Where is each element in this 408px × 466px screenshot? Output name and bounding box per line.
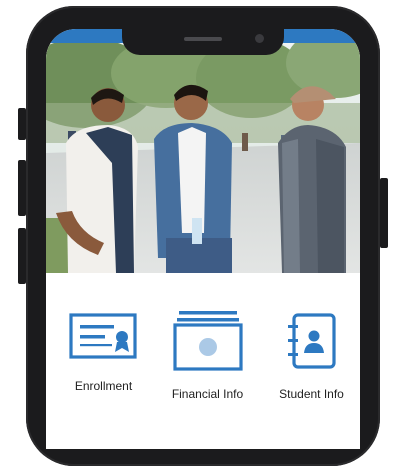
phone-notch [122, 29, 284, 55]
student-info-label: Student Info [279, 387, 344, 401]
phone-side-button [18, 108, 26, 140]
phone-volume-up [18, 160, 26, 216]
money-icon [172, 311, 243, 371]
speaker [184, 37, 222, 41]
enrollment-tile[interactable]: Enrollment [51, 311, 156, 393]
financial-info-label: Financial Info [171, 387, 244, 401]
student-info-tile[interactable]: Student Info [259, 311, 360, 401]
enrollment-label: Enrollment [74, 379, 133, 393]
financial-info-tile[interactable]: Financial Info [155, 311, 260, 401]
contact-book-icon [287, 313, 336, 369]
phone-power-button [380, 178, 388, 248]
quick-links: Enrollment Financial Info Student Info [46, 273, 360, 449]
app-screen: Enrollment Financial Info Student Info [46, 29, 360, 449]
camera [255, 34, 264, 43]
certificate-icon [68, 313, 137, 359]
hero-image [46, 43, 360, 273]
phone-volume-down [18, 228, 26, 284]
